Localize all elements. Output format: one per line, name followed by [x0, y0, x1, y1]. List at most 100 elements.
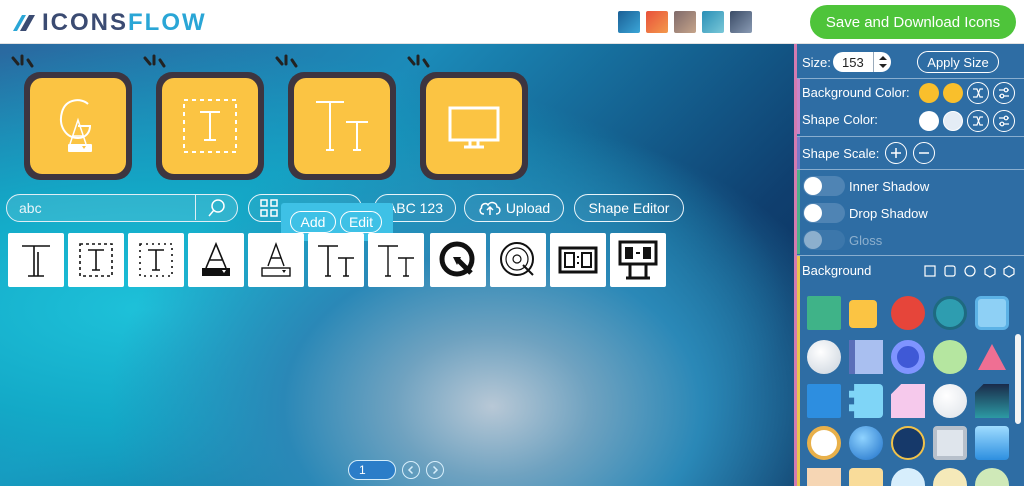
random-background-color-button[interactable]: [967, 82, 989, 104]
bg-shape-partial-3[interactable]: [891, 468, 925, 486]
bg-shape-partial-4[interactable]: [933, 468, 967, 486]
bg-shape-partial-5[interactable]: [975, 468, 1009, 486]
search-button[interactable]: [195, 195, 237, 220]
upload-label: Upload: [505, 200, 551, 216]
preview-icon-font-size[interactable]: [288, 72, 396, 180]
bg-preset-3[interactable]: [674, 11, 696, 33]
preview-icon-monitor[interactable]: [420, 72, 528, 180]
bg-shape-frame-silver[interactable]: [933, 426, 967, 460]
bg-shape-partial-1[interactable]: [807, 468, 841, 486]
scoreboard-icon: [558, 246, 598, 274]
result-icon-font-size-2[interactable]: [368, 233, 424, 287]
bg-shape-square-green[interactable]: [807, 296, 841, 330]
bg-preset-4[interactable]: [702, 11, 724, 33]
inner-shadow-row: Inner Shadow: [797, 174, 1024, 198]
stepper-arrows-icon: [879, 56, 887, 68]
size-input[interactable]: 153: [833, 52, 891, 72]
result-icon-scoreboard-stand[interactable]: [610, 233, 666, 287]
bg-shape-book-blue[interactable]: [849, 340, 883, 374]
bg-shape-circle-teal[interactable]: [933, 296, 967, 330]
highlight-ticks-icon: [11, 54, 34, 68]
font-size-icon: [316, 101, 368, 151]
bg-shape-circle-indigo[interactable]: [891, 340, 925, 374]
shape-scale-label: Shape Scale:: [802, 146, 880, 161]
background-color-settings-button[interactable]: [993, 82, 1015, 104]
bg-shape-ring-orange[interactable]: [807, 426, 841, 460]
upload-button[interactable]: Upload: [464, 194, 564, 222]
shape-filter-icons[interactable]: [923, 264, 1023, 278]
bg-shape-square-blue[interactable]: [807, 384, 841, 418]
bg-shape-circle-lime[interactable]: [933, 340, 967, 374]
text-frame-icon: [79, 243, 113, 277]
icon-search: [6, 194, 238, 222]
preview-icon-font-g[interactable]: [24, 72, 132, 180]
drop-shadow-toggle[interactable]: [803, 203, 845, 223]
highlight-ticks-icon: [275, 54, 298, 68]
shape-editor-button[interactable]: Shape Editor: [574, 194, 684, 222]
quicktime-icon: [439, 241, 475, 277]
result-icon-quicktime-outline[interactable]: [490, 233, 546, 287]
shape-color-swatch-2[interactable]: [943, 111, 963, 131]
bg-shape-circle-red[interactable]: [891, 296, 925, 330]
scale-up-button[interactable]: [885, 142, 907, 164]
inner-shadow-label: Inner Shadow: [849, 179, 930, 194]
bg-shape-gradient-blue[interactable]: [975, 426, 1009, 460]
shape-scale-row: Shape Scale:: [797, 137, 1024, 169]
result-icon-quicktime[interactable]: [430, 233, 486, 287]
preview-icon-text-frame[interactable]: [156, 72, 264, 180]
scale-down-button[interactable]: [913, 142, 935, 164]
next-page-button[interactable]: [426, 461, 444, 479]
logo-icon: [13, 15, 35, 31]
shape-color-swatch-1[interactable]: [919, 111, 939, 131]
sliders-icon: [999, 115, 1009, 127]
prev-page-button[interactable]: [402, 461, 420, 479]
panel-scrollbar[interactable]: [1015, 334, 1021, 424]
search-icon: [207, 198, 225, 216]
bg-shape-folded-pink[interactable]: [891, 384, 925, 418]
shape-color-label: Shape Color:: [802, 112, 878, 127]
result-icon-text-t[interactable]: [8, 233, 64, 287]
search-input[interactable]: [7, 195, 195, 220]
result-icon-font-a[interactable]: [188, 233, 244, 287]
random-shape-color-button[interactable]: [967, 110, 989, 132]
add-button[interactable]: Add: [290, 211, 336, 233]
monitor-icon: [448, 106, 500, 149]
apply-size-button[interactable]: Apply Size: [917, 51, 999, 73]
background-color-swatch-2[interactable]: [943, 83, 963, 103]
logo-text-part2: FLOW: [128, 9, 207, 36]
bg-shape-notch-cyan[interactable]: [849, 384, 883, 418]
bg-preset-5[interactable]: [730, 11, 752, 33]
edit-button[interactable]: Edit: [340, 211, 382, 233]
quicktime-outline-icon: [500, 242, 534, 276]
background-color-swatch-1[interactable]: [919, 83, 939, 103]
font-size-icon: [378, 245, 414, 277]
background-shape-row: Background: [797, 256, 1024, 286]
bg-shape-circle-navy[interactable]: [891, 426, 925, 460]
result-icon-text-frame-2[interactable]: [128, 233, 184, 287]
bg-preset-1[interactable]: [618, 11, 640, 33]
save-download-button[interactable]: Save and Download Icons: [810, 5, 1016, 39]
highlight-ticks-icon: [407, 54, 430, 68]
size-stepper[interactable]: [873, 52, 891, 72]
result-icon-font-size[interactable]: [308, 233, 364, 287]
result-icon-text-frame[interactable]: [68, 233, 124, 287]
gloss-toggle[interactable]: [803, 230, 845, 250]
bg-shape-folded-dark[interactable]: [975, 384, 1009, 418]
bg-shape-sphere-blue[interactable]: [849, 426, 883, 460]
bg-shape-circle-light[interactable]: [933, 384, 967, 418]
bg-shape-triangle-pink[interactable]: [975, 340, 1009, 374]
page-number-input[interactable]: 1: [348, 460, 396, 480]
bg-preset-2[interactable]: [646, 11, 668, 33]
result-icon-font-a-2[interactable]: [248, 233, 304, 287]
text-frame-icon: [139, 243, 173, 277]
bg-shape-rounded-yellow[interactable]: [849, 300, 877, 328]
bg-shape-rounded-blue[interactable]: [975, 296, 1009, 330]
shape-color-settings-button[interactable]: [993, 110, 1015, 132]
app-logo[interactable]: ICONSFLOW: [10, 9, 207, 37]
shuffle-icon: [973, 116, 983, 126]
result-icon-scoreboard[interactable]: [550, 233, 606, 287]
bg-shape-circle-white[interactable]: [807, 340, 841, 374]
bg-shape-partial-2[interactable]: [849, 468, 883, 486]
properties-panel: Size: 153 Apply Size Background Color: S…: [794, 44, 1024, 486]
inner-shadow-toggle[interactable]: [803, 176, 845, 196]
